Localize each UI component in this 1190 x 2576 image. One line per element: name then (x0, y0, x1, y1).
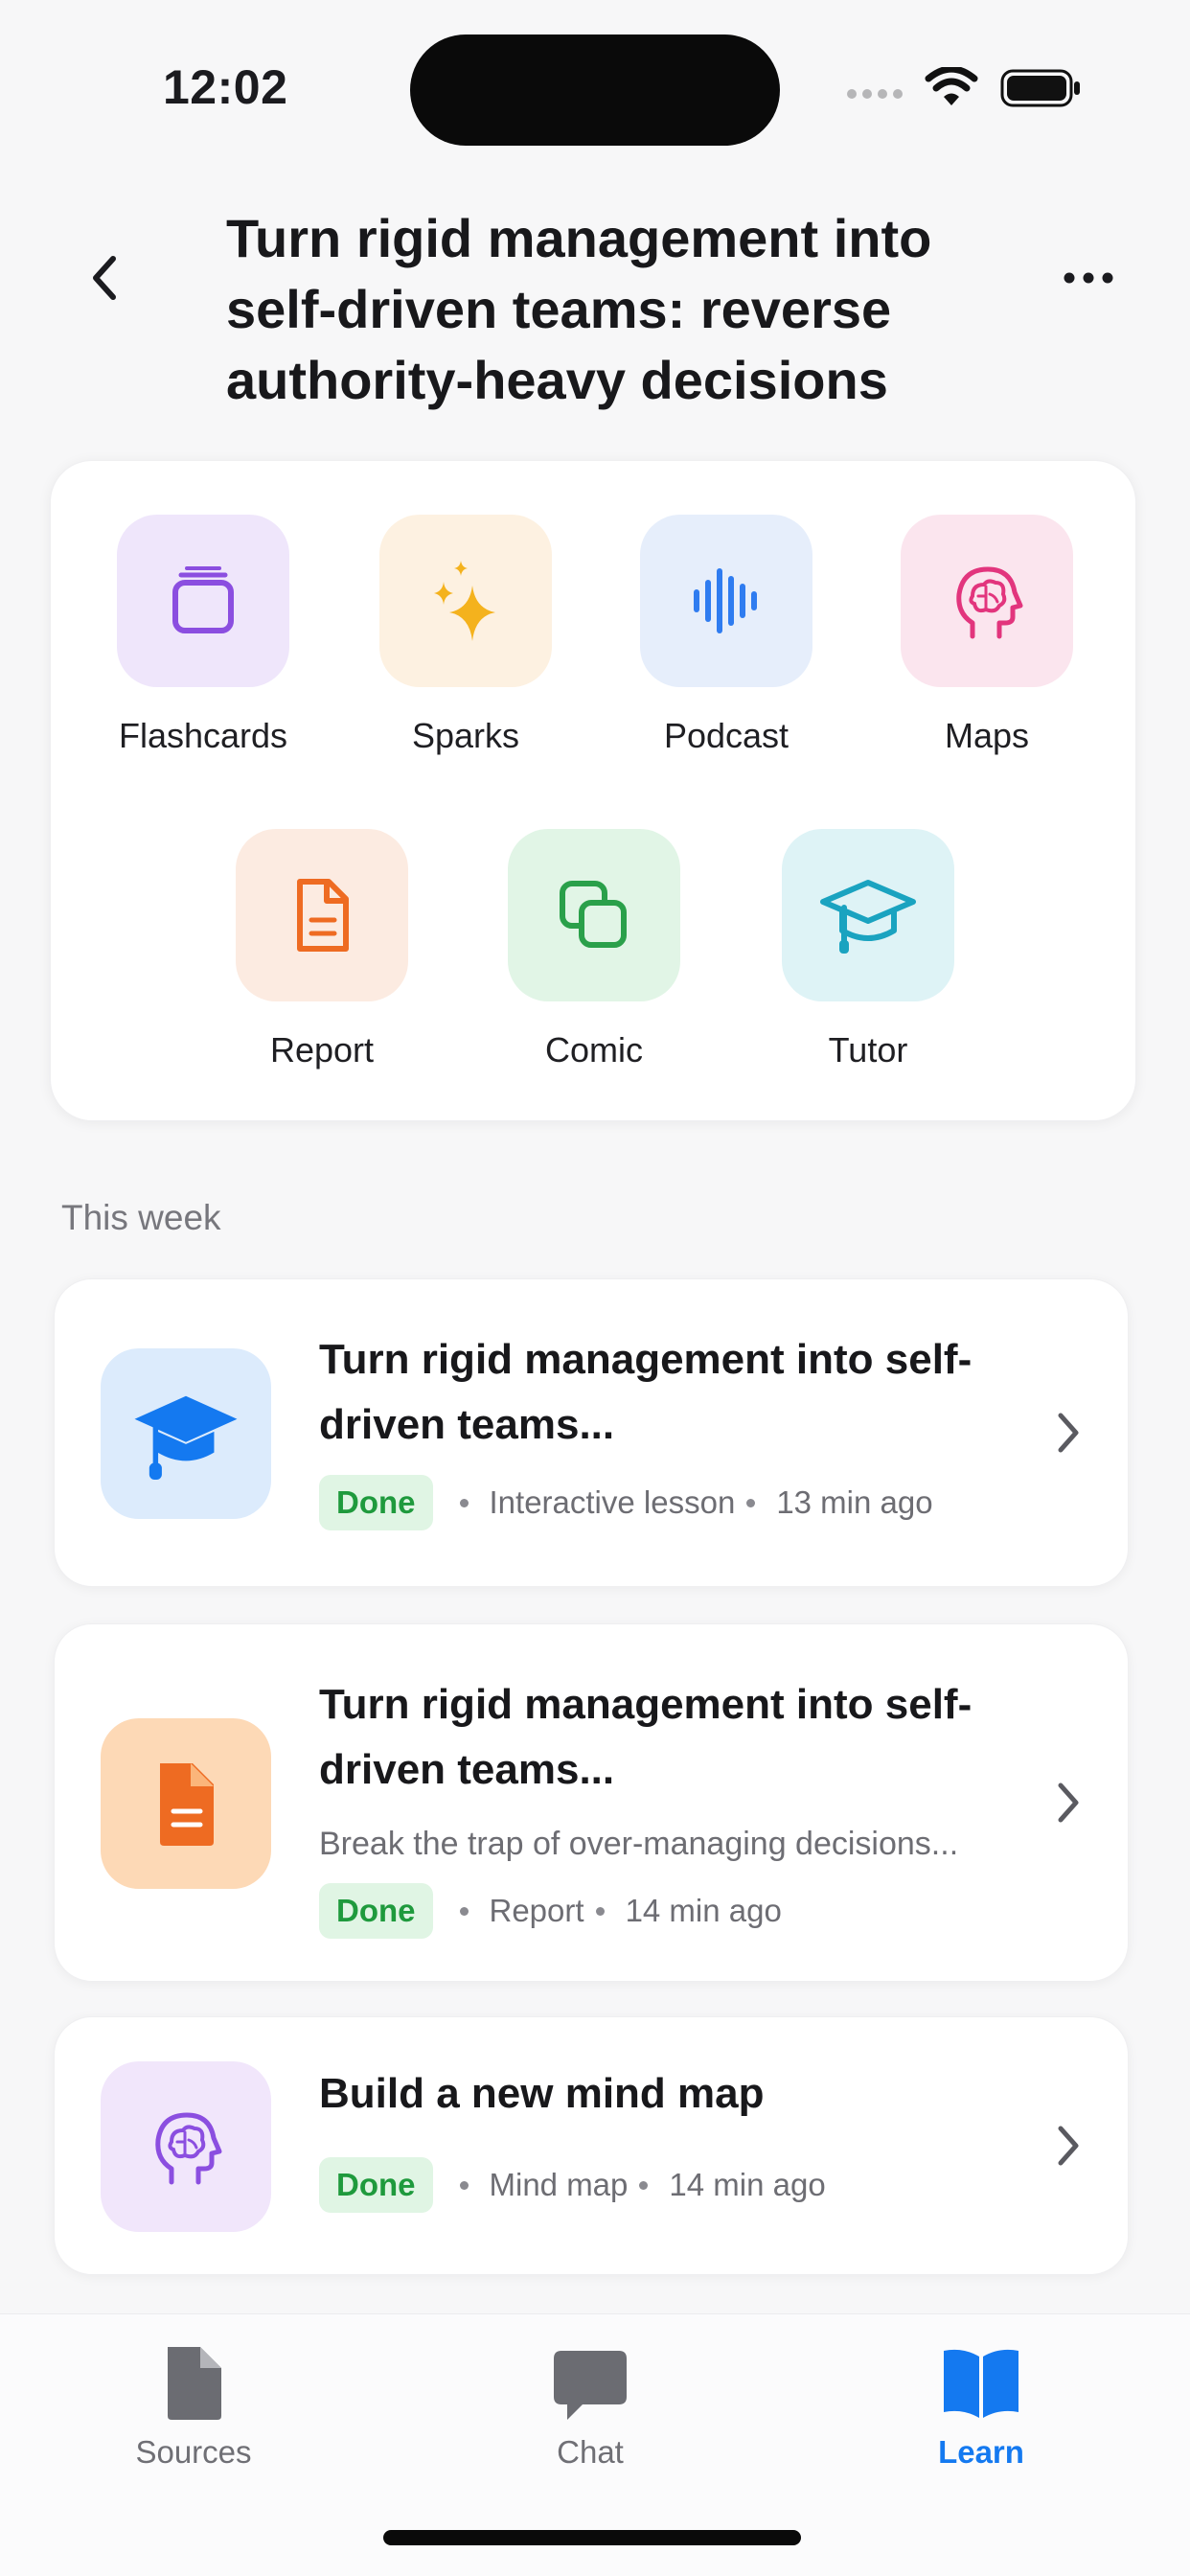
status-icons (847, 63, 1083, 113)
tool-podcast[interactable]: Podcast (626, 515, 827, 756)
tool-sparks[interactable]: Sparks (365, 515, 566, 756)
brain-head-icon (956, 566, 1023, 639)
tool-tile (901, 515, 1073, 687)
tool-label: Report (269, 1030, 375, 1070)
chevron-right-icon (1058, 1413, 1079, 1453)
separator-dot (459, 2180, 469, 2190)
activity-title: Turn rigid management into self-driven t… (319, 1336, 973, 1448)
ellipsis-icon (1064, 272, 1113, 284)
activity-time: 13 min ago (776, 1484, 933, 1520)
chevron-right-icon (1058, 1782, 1079, 1823)
tool-label: Flashcards (118, 716, 288, 755)
dynamic-island (410, 34, 780, 146)
activity-type: Report (489, 1893, 584, 1928)
nav-label: Sources (135, 2434, 252, 2470)
tool-tutor[interactable]: Tutor (767, 829, 969, 1070)
chevron-right-icon (1058, 2126, 1079, 2166)
graduation-cap-icon (820, 880, 916, 954)
chat-bubble-icon (554, 2351, 627, 2420)
page-title: Turn rigid management into self-driven t… (226, 208, 932, 410)
tool-label: Podcast (663, 716, 790, 755)
activity-meta: Done Report 14 min ago (319, 1883, 782, 1939)
back-button[interactable] (80, 247, 130, 309)
open-book-icon (944, 2349, 1018, 2418)
activity-type: Interactive lesson (489, 1484, 736, 1520)
tool-label: Sparks (411, 716, 520, 755)
nav-item-learn[interactable]: Learn (866, 2343, 1096, 2471)
tool-tile (640, 515, 812, 687)
status-time: 12:02 (163, 60, 288, 114)
nav-item-chat[interactable]: Chat (475, 2343, 705, 2471)
tool-tile (236, 829, 408, 1001)
activity-thumb (101, 1348, 271, 1519)
document-icon (160, 1763, 214, 1846)
tool-label: Maps (944, 716, 1030, 755)
activity-meta: Done Mind map 14 min ago (319, 2157, 826, 2213)
activity-title: Build a new mind map (319, 2070, 765, 2117)
cellular-signal-icon (847, 89, 903, 99)
separator-dot (639, 2180, 649, 2190)
brain-head-icon (155, 2112, 222, 2185)
screen: 12:02 Turn rigid management into self-dr… (0, 0, 1190, 2576)
activity-item[interactable]: Turn rigid management into self-driven t… (54, 1623, 1129, 1982)
section-label: This week (61, 1198, 221, 1237)
status-badge: Done (319, 2157, 433, 2213)
tool-label: Tutor (828, 1030, 908, 1070)
battery-icon (1000, 69, 1080, 107)
tool-comic[interactable]: Comic (493, 829, 695, 1070)
activity-thumb (101, 1718, 271, 1889)
status-badge: Done (319, 1883, 433, 1939)
separator-dot (459, 1906, 469, 1916)
activity-subtitle: Break the trap of over-managing decision… (319, 1826, 959, 1862)
activity-time: 14 min ago (625, 1893, 782, 1928)
activity-item[interactable]: Turn rigid management into self-driven t… (54, 1278, 1129, 1587)
activity-time: 14 min ago (669, 2167, 826, 2202)
activity-type: Mind map (489, 2167, 629, 2202)
tool-tile (379, 515, 552, 687)
tool-flashcards[interactable]: Flashcards (103, 515, 304, 756)
sparkles-icon (434, 561, 495, 641)
more-options-button[interactable] (1058, 251, 1119, 305)
tool-tile (782, 829, 954, 1001)
tool-tile (117, 515, 289, 687)
graduation-cap-icon (134, 1395, 238, 1480)
status-badge: Done (319, 1475, 433, 1530)
activity-title: Turn rigid management into self-driven t… (319, 1681, 973, 1793)
separator-dot (746, 1498, 756, 1507)
file-icon (168, 2347, 221, 2420)
separator-dot (595, 1906, 605, 1916)
waveform-icon (694, 568, 757, 633)
activity-item[interactable]: Build a new mind map Done Mind map 14 mi… (54, 2016, 1129, 2275)
separator-dot (459, 1498, 469, 1507)
tool-label: Comic (544, 1030, 643, 1070)
chevron-left-icon (93, 256, 116, 300)
wifi-icon (925, 67, 978, 105)
tool-tile (508, 829, 680, 1001)
tool-report[interactable]: Report (221, 829, 423, 1070)
activity-meta: Done Interactive lesson 13 min ago (319, 1475, 933, 1530)
tools-card: Flashcards Sparks Podcast Maps Report Co… (50, 460, 1136, 1121)
home-indicator[interactable] (383, 2530, 801, 2545)
tool-maps[interactable]: Maps (886, 515, 1087, 756)
overlapping-squares-icon (560, 881, 627, 948)
nav-label: Chat (557, 2434, 624, 2470)
activity-thumb (101, 2061, 271, 2232)
document-icon (297, 879, 349, 952)
nav-label: Learn (938, 2434, 1024, 2470)
cards-stack-icon (172, 566, 234, 633)
nav-item-sources[interactable]: Sources (79, 2343, 309, 2471)
